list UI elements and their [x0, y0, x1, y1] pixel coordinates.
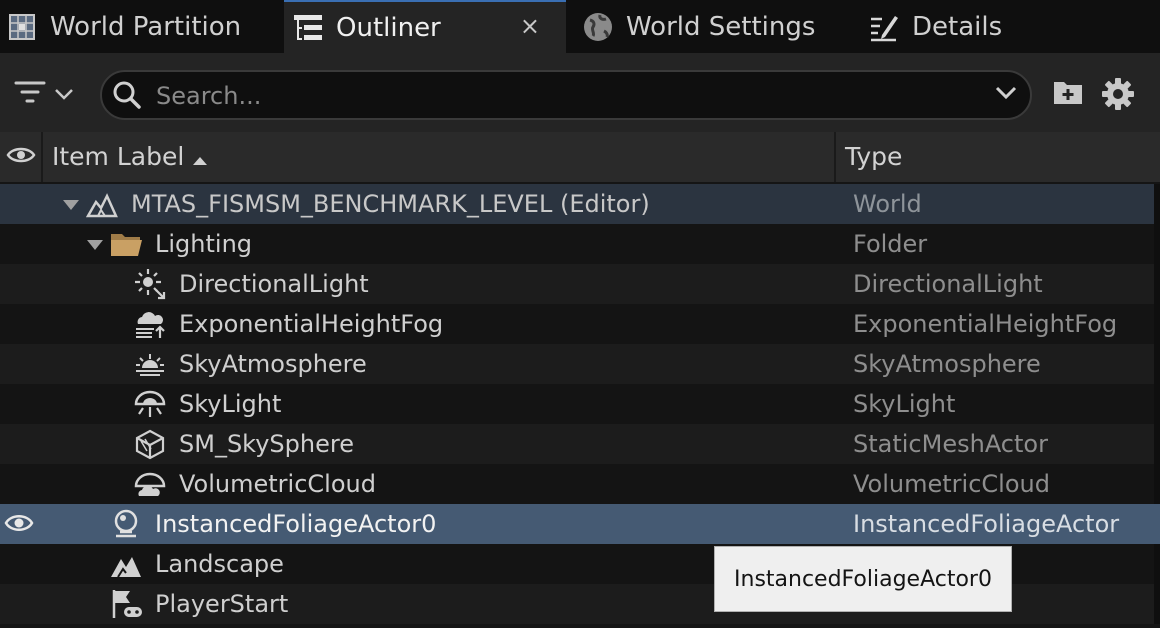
player-start-icon — [110, 588, 142, 620]
search-input[interactable] — [154, 78, 978, 114]
sort-ascending-icon[interactable] — [192, 151, 208, 170]
tree-row-volumetric-cloud[interactable]: VolumetricCloud VolumetricCloud — [0, 464, 1160, 504]
row-edge — [1154, 184, 1160, 224]
row-label: InstancedFoliageActor0 — [155, 510, 437, 538]
column-divider[interactable] — [834, 132, 836, 182]
row-label: SkyLight — [179, 390, 282, 418]
tree-row-sky-light[interactable]: SkyLight SkyLight — [0, 384, 1160, 424]
tree-row-exponential-height-fog[interactable]: ExponentialHeightFog ExponentialHeightFo… — [0, 304, 1160, 344]
tab-outliner[interactable]: Outliner × — [284, 0, 566, 53]
row-edge — [1154, 264, 1160, 304]
row-edge — [1154, 464, 1160, 504]
directional-light-icon — [134, 268, 166, 300]
row-edge — [1154, 304, 1160, 344]
row-label: Landscape — [155, 550, 284, 578]
row-type: ExponentialHeightFog — [853, 310, 1118, 338]
row-label: SM_SkySphere — [179, 430, 354, 458]
row-type: InstancedFoliageActor — [853, 510, 1120, 538]
outliner-icon — [292, 12, 324, 44]
add-folder-icon — [1052, 82, 1084, 110]
sky-light-icon — [134, 388, 166, 420]
tree-row-world[interactable]: MTAS_FISMSM_BENCHMARK_LEVEL (Editor) Wor… — [0, 184, 1160, 224]
tree-row-sm-skysphere[interactable]: SM_SkySphere StaticMeshActor — [0, 424, 1160, 464]
add-folder-button[interactable] — [1052, 78, 1084, 110]
visibility-toggle-eye-icon[interactable] — [4, 512, 34, 538]
row-label: SkyAtmosphere — [179, 350, 367, 378]
row-edge — [1154, 584, 1160, 624]
details-icon — [868, 11, 900, 43]
eye-icon — [6, 145, 36, 169]
chevron-down-icon — [54, 86, 74, 105]
outliner-toolbar — [0, 53, 1160, 132]
static-mesh-icon — [134, 428, 166, 460]
tree-row-folder-lighting[interactable]: Lighting Folder — [0, 224, 1160, 264]
volumetric-cloud-icon — [134, 468, 166, 500]
row-edge — [1154, 384, 1160, 424]
search-box[interactable] — [100, 70, 1032, 120]
filter-button[interactable] — [14, 75, 84, 115]
row-type: SkyAtmosphere — [853, 350, 1041, 378]
item-label-column-header[interactable]: Item Label — [52, 132, 184, 182]
tree-row-instanced-foliage-actor[interactable]: InstancedFoliageActor0 InstancedFoliageA… — [0, 504, 1160, 544]
column-header: Item Label Type — [0, 132, 1160, 182]
settings-button[interactable] — [1101, 77, 1135, 115]
tab-label: World Partition — [50, 11, 242, 42]
foliage-actor-icon — [110, 508, 142, 540]
tab-label: Outliner — [336, 12, 441, 43]
row-label: DirectionalLight — [179, 270, 369, 298]
tree-row-sky-atmosphere[interactable]: SkyAtmosphere SkyAtmosphere — [0, 344, 1160, 384]
tab-details[interactable]: Details — [866, 0, 1160, 53]
row-type: World — [853, 190, 922, 218]
tab-label: Details — [912, 11, 1003, 42]
row-label: VolumetricCloud — [179, 470, 376, 498]
row-edge — [1154, 224, 1160, 264]
row-type: Folder — [853, 230, 928, 258]
tooltip: InstancedFoliageActor0 — [714, 546, 1012, 612]
row-edge — [1154, 424, 1160, 464]
tab-label: World Settings — [626, 11, 816, 42]
expand-arrow-icon[interactable] — [62, 197, 80, 216]
expand-arrow-icon[interactable] — [86, 237, 104, 256]
close-tab-button[interactable]: × — [520, 12, 540, 40]
row-label: MTAS_FISMSM_BENCHMARK_LEVEL (Editor) — [131, 190, 650, 218]
tab-world-settings[interactable]: World Settings — [580, 0, 850, 53]
tree-row-directional-light[interactable]: DirectionalLight DirectionalLight — [0, 264, 1160, 304]
gear-icon — [1101, 78, 1135, 115]
row-type: StaticMeshActor — [853, 430, 1048, 458]
sky-atmosphere-icon — [134, 348, 166, 380]
folder-icon — [110, 228, 142, 260]
filter-icon — [14, 79, 46, 111]
search-history-chevron-icon[interactable] — [994, 84, 1018, 106]
row-label: ExponentialHeightFog — [179, 310, 444, 338]
visibility-column-header[interactable] — [0, 132, 43, 182]
row-type: SkyLight — [853, 390, 956, 418]
row-label: Lighting — [155, 230, 253, 258]
landscape-icon — [110, 548, 142, 580]
type-column-header[interactable]: Type — [845, 132, 902, 182]
globe-icon — [582, 11, 614, 43]
search-icon — [112, 80, 142, 114]
row-type: VolumetricCloud — [853, 470, 1050, 498]
tab-bar: World Partition Outliner × World Setting… — [0, 0, 1160, 53]
row-label: PlayerStart — [155, 590, 289, 618]
world-icon — [85, 188, 118, 220]
world-partition-icon — [6, 11, 38, 43]
row-type: DirectionalLight — [853, 270, 1043, 298]
tab-world-partition[interactable]: World Partition — [0, 0, 282, 53]
row-edge — [1154, 544, 1160, 584]
height-fog-icon — [134, 308, 166, 340]
row-edge — [1154, 344, 1160, 384]
